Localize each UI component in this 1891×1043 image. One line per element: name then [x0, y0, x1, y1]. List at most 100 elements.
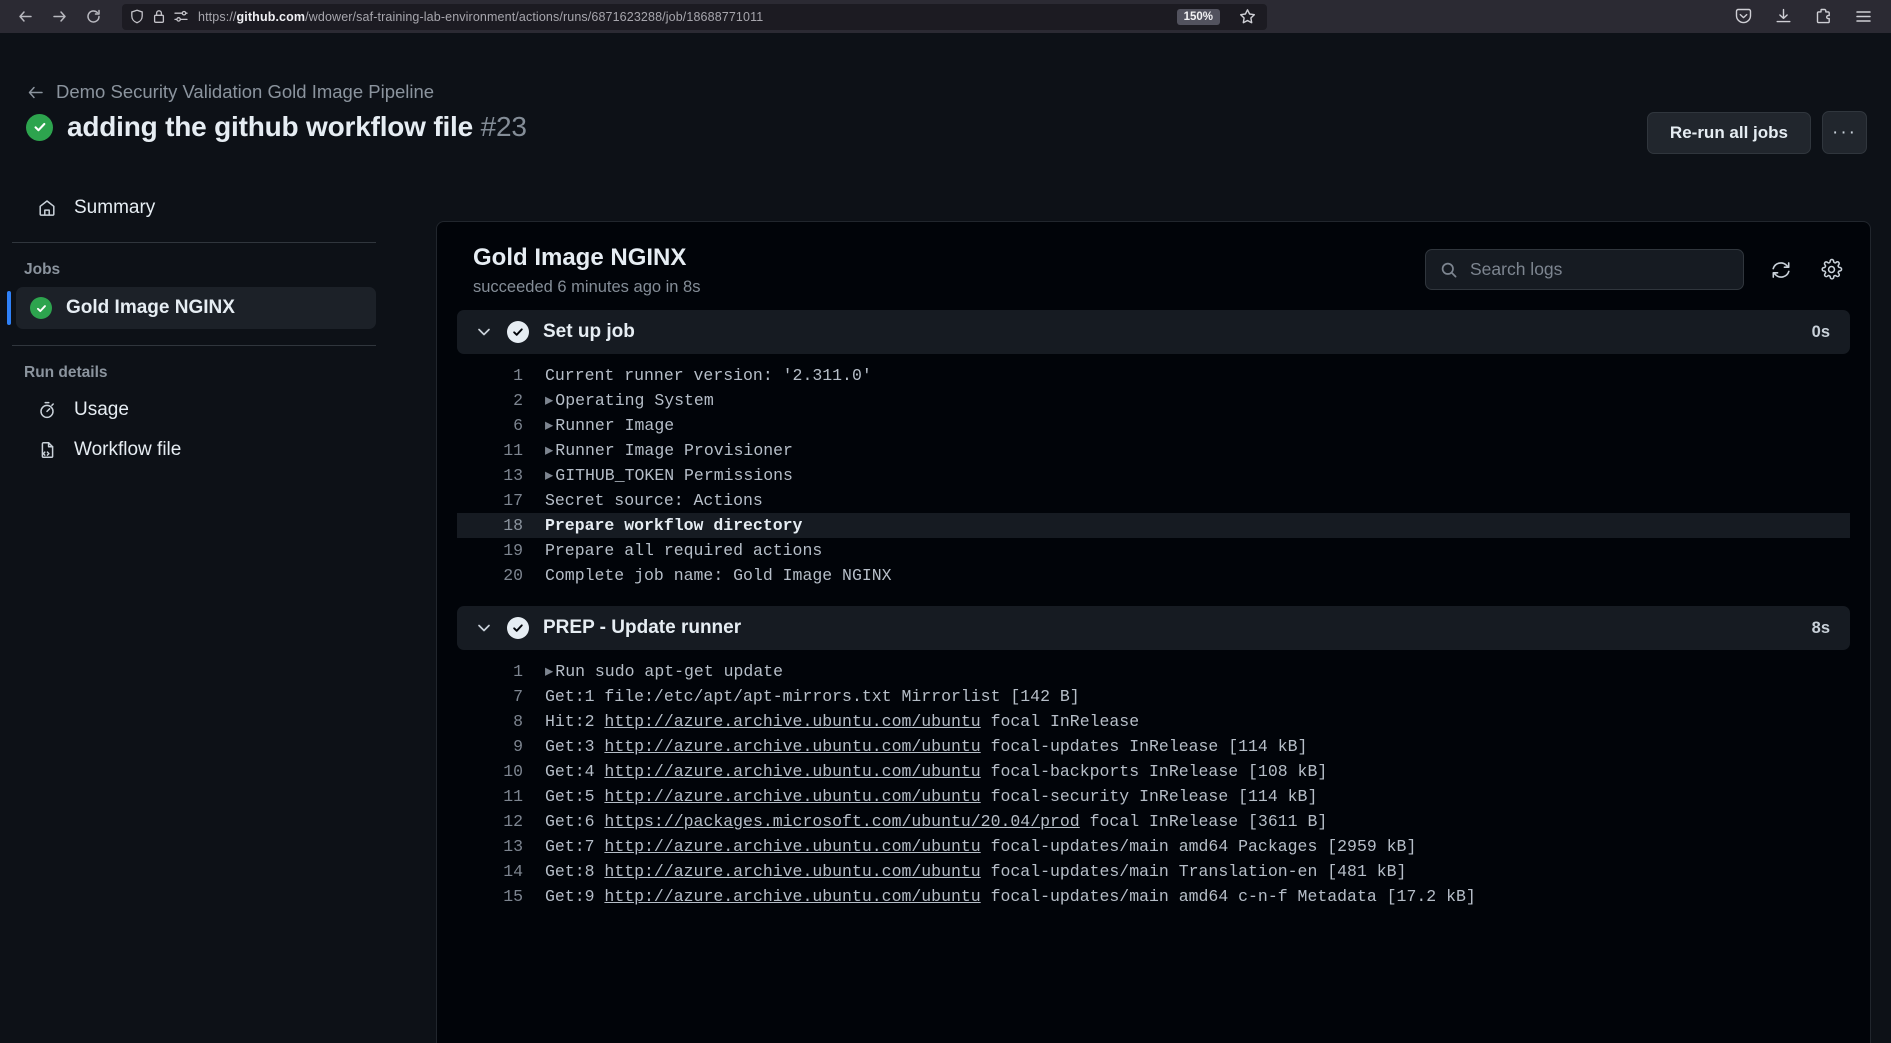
log-line-number: 19 [465, 538, 523, 563]
zoom-level-badge[interactable]: 150% [1177, 9, 1220, 25]
step-success-icon [507, 321, 529, 343]
search-logs-input[interactable] [1470, 259, 1729, 280]
sidebar-item-label: Workflow file [74, 439, 181, 461]
sidebar-item-gold-image-nginx[interactable]: Gold Image NGINX [16, 287, 376, 329]
log-line-number: 20 [465, 563, 523, 588]
expand-triangle-icon[interactable]: ▸ [545, 662, 553, 681]
search-logs-box[interactable] [1425, 249, 1744, 290]
log-line-text: Get:1 file:/etc/apt/apt-mirrors.txt Mirr… [545, 684, 1080, 709]
log-line-text: ▸Run sudo apt-get update [545, 659, 783, 684]
log-line-text: Prepare all required actions [545, 538, 822, 563]
log-link[interactable]: http://azure.archive.ubuntu.com/ubuntu [604, 862, 980, 881]
log-line-number: 8 [465, 709, 523, 734]
search-icon [1440, 261, 1458, 279]
hamburger-menu-icon[interactable] [1851, 5, 1875, 29]
job-status-text: succeeded 6 minutes ago in 8s [473, 278, 700, 297]
breadcrumb[interactable]: Demo Security Validation Gold Image Pipe… [26, 81, 434, 103]
log-line-number: 13 [465, 834, 523, 859]
log-line-text: ▸GITHUB_TOKEN Permissions [545, 463, 793, 488]
reload-icon[interactable] [78, 4, 108, 30]
log-line-number: 11 [465, 438, 523, 463]
sidebar: Summary Jobs Gold Image NGINX Run detail… [0, 188, 400, 470]
log-link[interactable]: http://azure.archive.ubuntu.com/ubuntu [604, 837, 980, 856]
bookmark-star-icon[interactable] [1235, 5, 1259, 29]
chevron-down-icon[interactable] [475, 619, 493, 637]
log-line: 7Get:1 file:/etc/apt/apt-mirrors.txt Mir… [457, 684, 1850, 709]
log-step-body: 1Current runner version: '2.311.0'2▸Oper… [457, 354, 1850, 602]
expand-triangle-icon[interactable]: ▸ [545, 441, 553, 460]
log-line-text: Prepare workflow directory [545, 513, 802, 538]
job-log-header: Gold Image NGINX succeeded 6 minutes ago… [437, 222, 1870, 306]
sidebar-item-workflow-file[interactable]: Workflow file [12, 430, 376, 470]
success-check-icon [26, 114, 53, 141]
gear-icon[interactable] [1818, 257, 1844, 283]
log-line-text: Hit:2 http://azure.archive.ubuntu.com/ub… [545, 709, 1139, 734]
shield-icon [130, 9, 144, 24]
log-steps-list: Set up job0s1Current runner version: '2.… [437, 310, 1870, 923]
downloads-icon[interactable] [1771, 5, 1795, 29]
expand-triangle-icon[interactable]: ▸ [545, 466, 553, 485]
address-bar[interactable]: https://github.com/wdower/saf-training-l… [122, 4, 1267, 30]
log-step-header[interactable]: PREP - Update runner8s [457, 606, 1850, 650]
log-line: 19 Prepare all required actions [457, 538, 1850, 563]
lock-icon [153, 9, 165, 24]
log-line-number: 2 [465, 388, 523, 413]
log-line: 15Get:9 http://azure.archive.ubuntu.com/… [457, 884, 1850, 909]
log-line-number: 18 [465, 513, 523, 538]
log-line-number: 10 [465, 759, 523, 784]
log-line: 12Get:6 https://packages.microsoft.com/u… [457, 809, 1850, 834]
sidebar-job-label: Gold Image NGINX [66, 297, 235, 319]
url-text[interactable]: https://github.com/wdower/saf-training-l… [198, 10, 1168, 24]
more-options-button[interactable]: ··· [1822, 111, 1867, 154]
sidebar-item-label: Summary [74, 197, 155, 219]
extensions-icon[interactable] [1811, 5, 1835, 29]
workflow-file-icon [36, 440, 58, 460]
run-title-text: adding the github workflow file #23 [67, 111, 527, 143]
log-line-text: Get:6 https://packages.microsoft.com/ubu… [545, 809, 1327, 834]
log-line: 17Secret source: Actions [457, 488, 1850, 513]
permissions-icon[interactable] [174, 10, 189, 23]
log-line-text: Get:4 http://azure.archive.ubuntu.com/ub… [545, 759, 1327, 784]
log-line: 18 Prepare workflow directory [457, 513, 1850, 538]
job-title: Gold Image NGINX [473, 244, 700, 272]
log-link[interactable]: http://azure.archive.ubuntu.com/ubuntu [604, 787, 980, 806]
log-line-number: 6 [465, 413, 523, 438]
log-link[interactable]: http://azure.archive.ubuntu.com/ubuntu [604, 762, 980, 781]
pocket-icon[interactable] [1731, 5, 1755, 29]
log-line-text: Complete job name: Gold Image NGINX [545, 563, 892, 588]
log-step-header[interactable]: Set up job0s [457, 310, 1850, 354]
browser-actions [1731, 5, 1881, 29]
log-line: 14Get:8 http://azure.archive.ubuntu.com/… [457, 859, 1850, 884]
sidebar-item-usage[interactable]: Usage [12, 390, 376, 430]
log-line-text: ▸Runner Image Provisioner [545, 438, 793, 463]
home-icon [36, 198, 58, 218]
breadcrumb-label[interactable]: Demo Security Validation Gold Image Pipe… [56, 81, 434, 103]
back-arrow-icon[interactable] [10, 4, 40, 30]
header-actions: Re-run all jobs ··· [1647, 111, 1867, 154]
log-line-text: Get:5 http://azure.archive.ubuntu.com/ub… [545, 784, 1317, 809]
expand-triangle-icon[interactable]: ▸ [545, 391, 553, 410]
rerun-all-jobs-button[interactable]: Re-run all jobs [1647, 112, 1811, 154]
expand-triangle-icon[interactable]: ▸ [545, 416, 553, 435]
log-link[interactable]: http://azure.archive.ubuntu.com/ubuntu [604, 887, 980, 906]
refresh-icon[interactable] [1768, 257, 1794, 283]
page-body: Demo Security Validation Gold Image Pipe… [0, 33, 1891, 1043]
log-step-duration: 0s [1812, 323, 1830, 342]
log-line-text: Get:7 http://azure.archive.ubuntu.com/ub… [545, 834, 1416, 859]
log-link[interactable]: http://azure.archive.ubuntu.com/ubuntu [604, 712, 980, 731]
log-line-number: 9 [465, 734, 523, 759]
sidebar-item-summary[interactable]: Summary [12, 188, 376, 228]
step-success-icon [507, 617, 529, 639]
log-link[interactable]: http://azure.archive.ubuntu.com/ubuntu [604, 737, 980, 756]
stopwatch-icon [36, 400, 58, 420]
log-line: 6▸Runner Image [457, 413, 1850, 438]
back-arrow-icon[interactable] [26, 83, 45, 102]
forward-arrow-icon[interactable] [44, 4, 74, 30]
chevron-down-icon[interactable] [475, 323, 493, 341]
log-line: 13▸GITHUB_TOKEN Permissions [457, 463, 1850, 488]
log-link[interactable]: https://packages.microsoft.com/ubuntu/20… [604, 812, 1079, 831]
browser-toolbar: https://github.com/wdower/saf-training-l… [0, 0, 1891, 33]
log-line-text: Get:3 http://azure.archive.ubuntu.com/ub… [545, 734, 1307, 759]
run-number: #23 [481, 111, 527, 142]
log-line-number: 1 [465, 659, 523, 684]
